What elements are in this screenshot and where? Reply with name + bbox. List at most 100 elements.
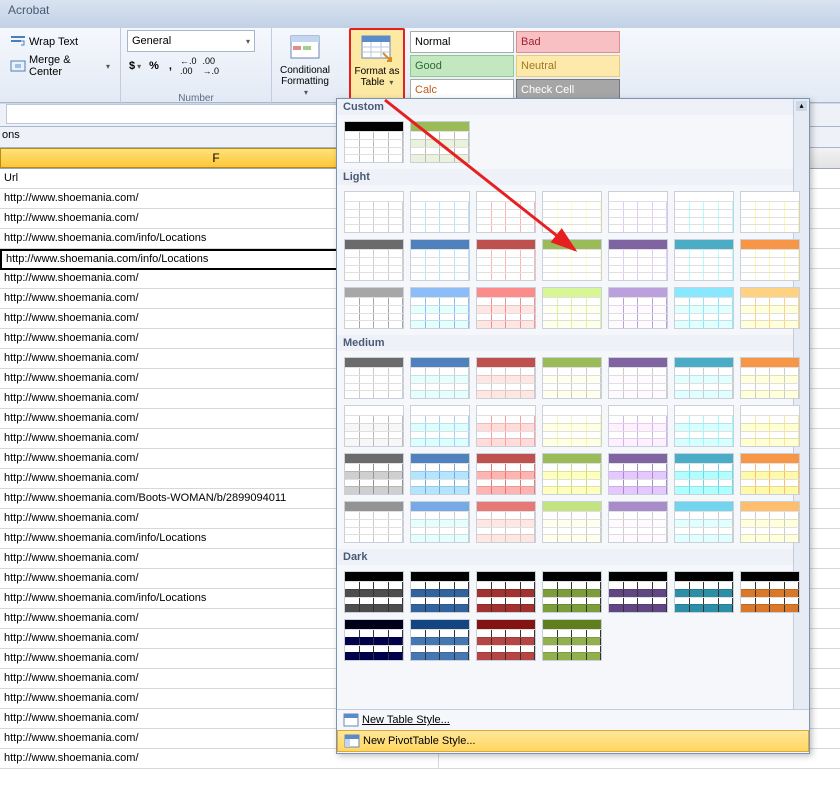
new-pivottable-style-button[interactable]: New PivotTable Style... (337, 730, 809, 752)
percent-button[interactable]: % (145, 55, 163, 77)
number-group-label: Number (121, 93, 271, 104)
table-style-thumb[interactable] (476, 571, 536, 613)
table-style-thumb[interactable] (410, 619, 470, 661)
table-style-thumb[interactable] (410, 357, 470, 399)
table-style-thumb[interactable] (410, 453, 470, 495)
chevron-down-icon: ▾ (246, 37, 250, 46)
format-as-table-label: Format as Table ▾ (352, 66, 402, 88)
gallery-section: Custom (337, 99, 809, 115)
cell-style-normal[interactable]: Normal (410, 31, 514, 53)
conditional-formatting-label: Conditional Formatting ▾ (278, 65, 332, 98)
table-style-thumb[interactable] (608, 501, 668, 543)
gallery-section: Dark (337, 549, 809, 565)
table-style-thumb[interactable] (740, 191, 800, 233)
table-style-thumb[interactable] (608, 239, 668, 281)
table-style-thumb[interactable] (410, 405, 470, 447)
table-style-thumb[interactable] (344, 357, 404, 399)
table-style-thumb[interactable] (740, 405, 800, 447)
gallery-footer: New Table Style... New PivotTable Style.… (337, 709, 809, 752)
increase-decimal-button[interactable]: ←.0.00 (178, 55, 199, 77)
ribbon: Wrap Text Merge & Center ▾ General ▾ $▾ … (0, 28, 840, 103)
gallery-grid (337, 115, 809, 169)
table-style-thumb[interactable] (608, 287, 668, 329)
table-style-thumb[interactable] (410, 121, 470, 163)
format-as-table-icon (361, 33, 393, 65)
gallery-section: Medium (337, 335, 809, 351)
table-style-thumb[interactable] (608, 571, 668, 613)
table-style-thumb[interactable] (608, 405, 668, 447)
cell-style-bad[interactable]: Bad (516, 31, 620, 53)
table-style-thumb[interactable] (344, 287, 404, 329)
format-as-table-button[interactable]: Format as Table ▾ (352, 31, 402, 88)
table-style-thumb[interactable] (740, 357, 800, 399)
table-style-thumb[interactable] (344, 121, 404, 163)
table-style-thumb[interactable] (542, 405, 602, 447)
chevron-down-icon: ▾ (106, 62, 110, 71)
table-style-thumb[interactable] (542, 239, 602, 281)
pivot-icon (344, 733, 360, 749)
table-style-thumb[interactable] (344, 571, 404, 613)
number-group: General ▾ $▾ % , ←.0.00 .00→.0 Number (121, 28, 272, 104)
table-style-thumb[interactable] (542, 287, 602, 329)
table-style-thumb[interactable] (344, 191, 404, 233)
table-style-thumb[interactable] (476, 405, 536, 447)
cell-styles-group: NormalBadGoodNeutralCalcCheck CellExplan… (405, 28, 720, 104)
table-style-thumb[interactable] (410, 191, 470, 233)
cell-style-neutral[interactable]: Neutral (516, 55, 620, 77)
merge-center-label: Merge & Center (29, 54, 104, 78)
table-style-thumb[interactable] (674, 571, 734, 613)
table-style-thumb[interactable] (740, 453, 800, 495)
table-style-thumb[interactable] (476, 619, 536, 661)
table-style-thumb[interactable] (674, 357, 734, 399)
table-style-thumb[interactable] (344, 453, 404, 495)
table-icon (343, 712, 359, 728)
table-style-thumb[interactable] (410, 239, 470, 281)
table-style-thumb[interactable] (410, 571, 470, 613)
table-style-thumb[interactable] (542, 619, 602, 661)
table-style-thumb[interactable] (542, 571, 602, 613)
table-style-thumb[interactable] (740, 239, 800, 281)
conditional-formatting-icon (289, 32, 321, 64)
table-style-thumb[interactable] (674, 405, 734, 447)
table-style-thumb[interactable] (344, 239, 404, 281)
table-style-thumb[interactable] (740, 501, 800, 543)
wrap-text-icon (10, 34, 26, 50)
wrap-text-button[interactable]: Wrap Text (6, 31, 114, 53)
table-style-thumb[interactable] (674, 501, 734, 543)
currency-button[interactable]: $▾ (127, 55, 143, 77)
table-style-thumb[interactable] (674, 191, 734, 233)
table-style-thumb[interactable] (542, 357, 602, 399)
table-style-thumb[interactable] (674, 287, 734, 329)
title-bar: Acrobat (0, 0, 840, 28)
table-style-gallery: ▴ CustomLightMediumDark New Table Style.… (336, 98, 810, 754)
comma-button[interactable]: , (165, 55, 176, 77)
table-style-thumb[interactable] (476, 239, 536, 281)
table-style-thumb[interactable] (344, 405, 404, 447)
new-table-style-button[interactable]: New Table Style... (337, 710, 809, 730)
table-style-thumb[interactable] (740, 571, 800, 613)
table-style-thumb[interactable] (542, 501, 602, 543)
table-style-thumb[interactable] (542, 191, 602, 233)
merge-center-button[interactable]: Merge & Center ▾ (6, 55, 114, 77)
table-style-thumb[interactable] (344, 501, 404, 543)
conditional-formatting-button[interactable]: Conditional Formatting ▾ (278, 30, 332, 98)
decrease-decimal-button[interactable]: .00→.0 (201, 55, 222, 77)
table-style-thumb[interactable] (410, 287, 470, 329)
table-style-thumb[interactable] (476, 501, 536, 543)
cell-style-good[interactable]: Good (410, 55, 514, 77)
table-style-thumb[interactable] (410, 501, 470, 543)
table-style-thumb[interactable] (740, 287, 800, 329)
merge-center-icon (10, 58, 26, 74)
table-style-thumb[interactable] (608, 357, 668, 399)
table-style-thumb[interactable] (608, 453, 668, 495)
table-style-thumb[interactable] (476, 191, 536, 233)
table-style-thumb[interactable] (542, 453, 602, 495)
table-style-thumb[interactable] (344, 619, 404, 661)
table-style-thumb[interactable] (476, 287, 536, 329)
table-style-thumb[interactable] (674, 453, 734, 495)
table-style-thumb[interactable] (476, 357, 536, 399)
number-format-select[interactable]: General ▾ (127, 30, 255, 52)
table-style-thumb[interactable] (608, 191, 668, 233)
table-style-thumb[interactable] (476, 453, 536, 495)
table-style-thumb[interactable] (674, 239, 734, 281)
